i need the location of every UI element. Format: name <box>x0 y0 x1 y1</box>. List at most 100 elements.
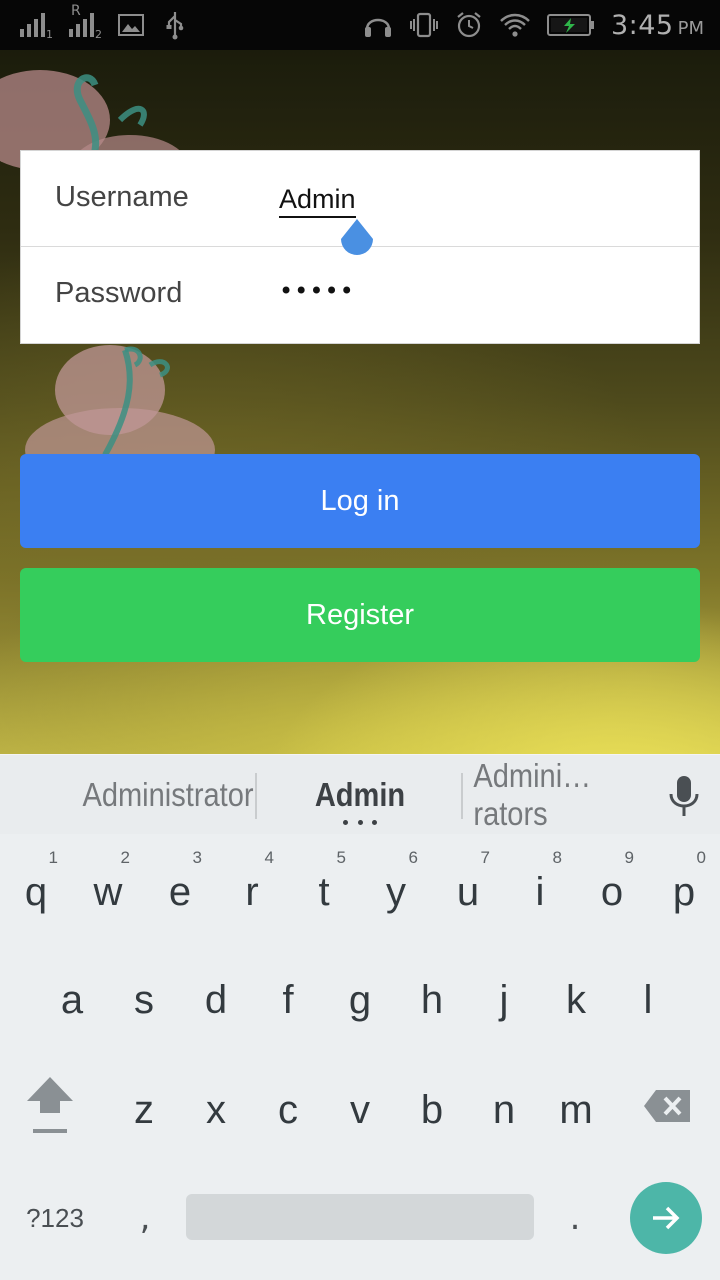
suggestion-3[interactable]: Admini…rators <box>473 755 640 835</box>
login-button[interactable]: Log in <box>20 454 700 548</box>
alarm-icon <box>457 12 481 38</box>
key-p[interactable]: 0p <box>648 834 720 942</box>
key-d[interactable]: d <box>180 946 252 1054</box>
key-u[interactable]: 7u <box>432 834 504 942</box>
key-label: e <box>168 869 192 914</box>
vibrate-icon <box>409 12 438 38</box>
key-x[interactable]: x <box>180 1056 252 1164</box>
key-label: o <box>600 869 624 914</box>
clock-ampm: PM <box>677 17 704 39</box>
key-m[interactable]: m <box>540 1056 612 1164</box>
key-c[interactable]: c <box>252 1056 324 1164</box>
key-label: p <box>672 869 696 914</box>
enter-key[interactable] <box>630 1182 702 1254</box>
key-label: l <box>643 977 653 1022</box>
key-label: z <box>134 1087 154 1132</box>
status-right: 3:45 PM <box>363 0 704 50</box>
key-label: x <box>206 1087 226 1132</box>
username-label: Username <box>55 181 189 213</box>
password-input[interactable]: ••••• <box>279 277 355 305</box>
key-label: u <box>456 869 480 914</box>
key-hint: 8 <box>552 848 562 867</box>
key-label: j <box>499 977 509 1022</box>
key-label: y <box>386 869 406 914</box>
backspace-icon <box>644 1090 690 1122</box>
roaming-label: R <box>71 3 81 19</box>
key-label: g <box>348 977 372 1022</box>
key-o[interactable]: 9o <box>576 834 648 942</box>
key-y[interactable]: 6y <box>360 834 432 942</box>
key-b[interactable]: b <box>396 1056 468 1164</box>
clock-time: 3:45 <box>610 9 674 41</box>
sim1-label: 1 <box>46 28 53 41</box>
login-button-label: Log in <box>320 484 400 517</box>
status-bar: 1 R 2 3:45 PM <box>0 0 720 50</box>
battery-charging-icon <box>546 14 594 36</box>
key-hint: 0 <box>696 848 706 867</box>
roaming-signal-icon: R 2 <box>69 3 102 41</box>
suggestion-divider <box>461 773 463 819</box>
key-i[interactable]: 8i <box>504 834 576 942</box>
key-hint: 3 <box>192 848 202 867</box>
key-label: q <box>24 869 48 914</box>
register-button[interactable]: Register <box>20 568 700 662</box>
key-g[interactable]: g <box>324 946 396 1054</box>
key-s[interactable]: s <box>108 946 180 1054</box>
symbols-key[interactable]: ?123 <box>10 1178 100 1258</box>
key-v[interactable]: v <box>324 1056 396 1164</box>
sim2-label: 2 <box>95 28 102 41</box>
key-l[interactable]: l <box>612 946 684 1054</box>
username-input[interactable]: Admin <box>279 184 356 218</box>
key-hint: 6 <box>408 848 418 867</box>
usb-icon <box>166 12 184 40</box>
key-label: k <box>566 977 586 1022</box>
comma-key[interactable]: , <box>110 1178 180 1258</box>
key-e[interactable]: 3e <box>144 834 216 942</box>
key-label: t <box>318 869 330 914</box>
clock: 3:45 PM <box>611 10 704 41</box>
key-hint: 9 <box>624 848 634 867</box>
key-k[interactable]: k <box>540 946 612 1054</box>
key-label: f <box>282 977 294 1022</box>
key-label: v <box>350 1087 370 1132</box>
suggestion-divider <box>255 773 257 819</box>
key-h[interactable]: h <box>396 946 468 1054</box>
key-hint: 2 <box>120 848 130 867</box>
key-z[interactable]: z <box>108 1056 180 1164</box>
status-left: 1 R 2 <box>20 0 188 50</box>
key-label: r <box>245 869 259 914</box>
key-label: h <box>420 977 444 1022</box>
register-button-label: Register <box>306 598 414 631</box>
key-a[interactable]: a <box>36 946 108 1054</box>
soft-keyboard: 1q2w3e4r5t6y7u8i9o0p asdfghjkl zxcvbnm ?… <box>0 834 720 1280</box>
key-hint: 1 <box>48 848 58 867</box>
login-form: Username Admin Password ••••• <box>20 150 700 344</box>
shift-icon <box>27 1077 73 1133</box>
text-cursor-handle[interactable] <box>337 217 377 267</box>
key-hint: 7 <box>480 848 490 867</box>
key-n[interactable]: n <box>468 1056 540 1164</box>
more-suggestions-icon[interactable] <box>343 820 377 825</box>
key-label: d <box>204 977 228 1022</box>
suggestion-1[interactable]: Administrator <box>82 755 253 835</box>
image-icon <box>118 14 144 36</box>
arrow-right-icon <box>653 1206 680 1230</box>
key-hint: 5 <box>336 848 346 867</box>
period-key[interactable]: . <box>540 1178 610 1258</box>
microphone-icon[interactable] <box>664 774 704 818</box>
key-label: a <box>60 977 84 1022</box>
key-q[interactable]: 1q <box>0 834 72 942</box>
space-key[interactable] <box>186 1194 534 1240</box>
backspace-key[interactable] <box>632 1056 704 1156</box>
key-w[interactable]: 2w <box>72 834 144 942</box>
key-label: c <box>278 1087 298 1132</box>
key-hint: 4 <box>264 848 274 867</box>
key-label: s <box>134 977 154 1022</box>
signal-icon: 1 <box>20 13 53 41</box>
shift-key[interactable] <box>14 1056 86 1156</box>
key-t[interactable]: 5t <box>288 834 360 942</box>
key-f[interactable]: f <box>252 946 324 1054</box>
key-j[interactable]: j <box>468 946 540 1054</box>
key-label: i <box>535 869 545 914</box>
key-r[interactable]: 4r <box>216 834 288 942</box>
